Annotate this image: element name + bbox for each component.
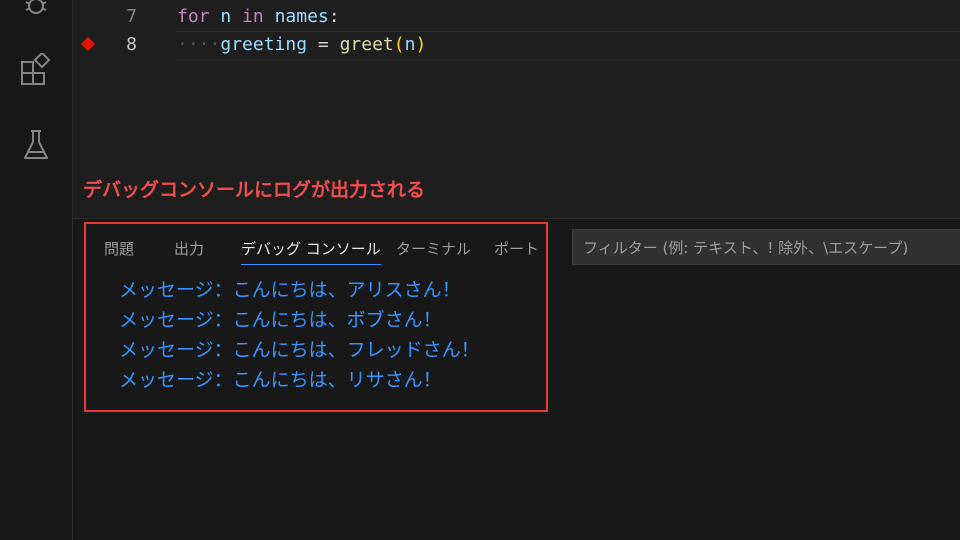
line-number: 8 — [126, 34, 137, 55]
activity-bar — [0, 0, 73, 540]
code-line-7[interactable]: 7 for n in names: — [73, 3, 960, 31]
debug-icon[interactable] — [18, 0, 54, 24]
paren: ( — [393, 34, 405, 55]
variable: greeting — [220, 34, 308, 55]
highlight-box — [84, 222, 548, 412]
whitespace-dots: ···· — [177, 34, 221, 55]
variable: n — [404, 34, 416, 55]
extensions-icon[interactable] — [18, 53, 54, 89]
code-editor[interactable]: 7 for n in names: 8 ····greeting = greet… — [73, 0, 960, 155]
annotation-caption: デバッグコンソールにログが出力される — [83, 179, 426, 201]
punctuation: : — [328, 6, 340, 27]
operator: = — [307, 34, 340, 55]
testing-flask-icon[interactable] — [18, 127, 54, 163]
function-name: greet — [339, 34, 394, 55]
keyword: for — [177, 6, 210, 27]
filter-input[interactable]: フィルター (例: テキスト、! 除外、\エスケープ) — [572, 229, 960, 265]
code-line-8[interactable]: 8 ····greeting = greet(n) — [73, 31, 960, 59]
keyword: in — [242, 6, 264, 27]
paren: ) — [415, 34, 427, 55]
line-number: 7 — [126, 6, 137, 27]
variable: n — [220, 6, 232, 27]
variable: names — [274, 6, 329, 27]
